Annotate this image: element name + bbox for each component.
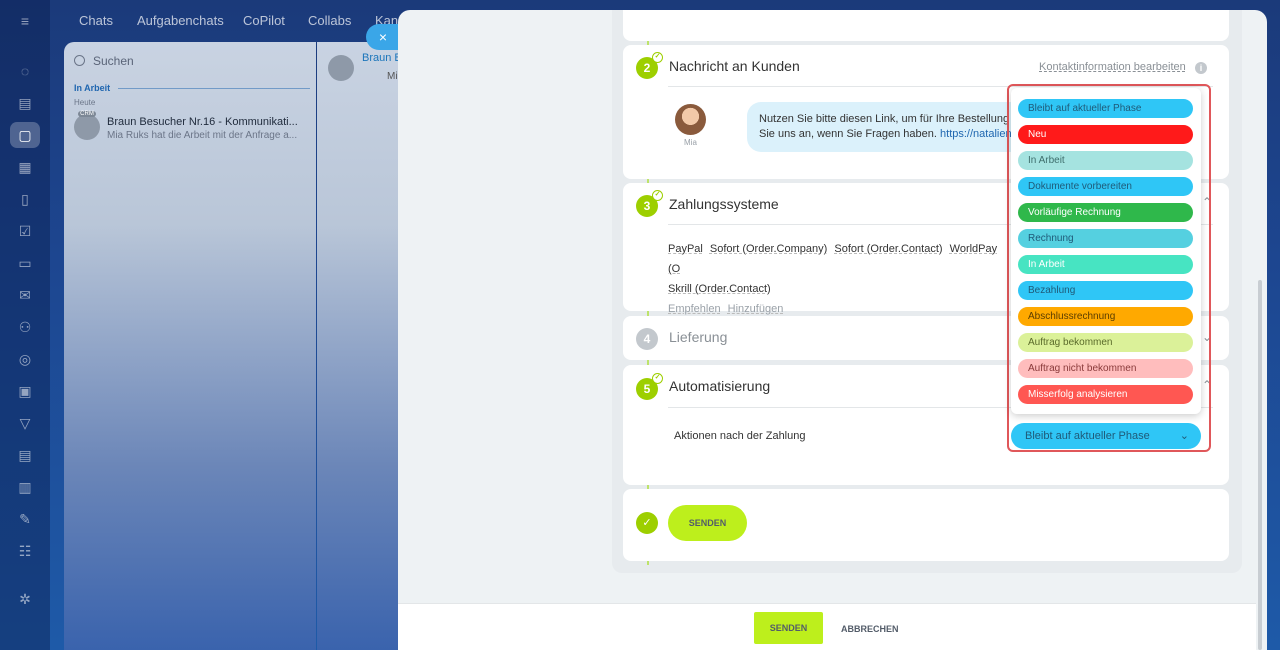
step-5-badge: 5 ✓ <box>636 373 663 400</box>
footer-bar <box>398 603 1256 650</box>
message-link[interactable]: https://natalien <box>940 128 1012 140</box>
chat-icon[interactable]: ▢ <box>10 122 40 148</box>
stage-option[interactable]: Vorläufige Rechnung <box>1018 203 1193 222</box>
date-label: Heute <box>74 98 96 107</box>
crm-icon[interactable]: ▭ <box>16 254 34 272</box>
edit-icon[interactable]: ✎ <box>16 510 34 528</box>
filter-icon[interactable]: ▽ <box>16 414 34 432</box>
group-label: In Arbeit <box>74 83 111 93</box>
info-icon[interactable]: i <box>1195 62 1207 74</box>
add-link[interactable]: Hinzufügen <box>728 303 784 315</box>
send-button[interactable]: SENDEN <box>754 612 823 644</box>
mail-icon[interactable]: ✉ <box>16 286 34 304</box>
message-line-2: Sie uns an, wenn Sie Fragen haben. <box>759 128 941 140</box>
stage-option[interactable]: Rechnung <box>1018 229 1193 248</box>
stage-option[interactable]: Auftrag bekommen <box>1018 333 1193 352</box>
tab-aufgabenchats[interactable]: Aufgabenchats <box>137 13 224 28</box>
section-title: Zahlungssysteme <box>669 196 779 212</box>
stage-option[interactable]: Neu <box>1018 125 1193 144</box>
message-line-1: Nutzen Sie bitte diesen Link, um für Ihr… <box>759 113 1010 125</box>
stage-option[interactable]: In Arbeit <box>1018 151 1193 170</box>
tasks-icon[interactable]: ☑ <box>16 222 34 240</box>
stage-option[interactable]: Abschlussrechnung <box>1018 307 1193 326</box>
step-4-badge: 4 <box>636 328 658 350</box>
step-3-badge: 3 ✓ <box>636 190 663 217</box>
crm-avatar-icon-right <box>328 55 354 81</box>
group-divider <box>118 88 310 89</box>
recommend-link[interactable]: Empfehlen <box>668 303 721 315</box>
chat-preview: Mia Ruks hat die Arbeit mit der Anfrage … <box>107 130 298 141</box>
send-inline-button[interactable]: SENDEN <box>668 505 747 541</box>
edit-contact-link[interactable]: Kontaktinformation bearbeiten <box>1039 61 1186 73</box>
cards-icon[interactable]: ▤ <box>16 446 34 464</box>
search-input[interactable]: Suchen <box>74 54 134 68</box>
stage-select-value: Bleibt auf aktueller Phase <box>1025 430 1150 442</box>
group-icon[interactable]: ☷ <box>16 542 34 560</box>
tab-collabs[interactable]: Collabs <box>308 13 351 28</box>
left-rail: ≡ ◌ ▤ ▢ ▦ ▯ ☑ ▭ ✉ ⚇ ◎ ▣ ▽ ▤ ▥ ✎ ☷ ✲ <box>0 0 50 650</box>
chat-title[interactable]: Braun Besucher Nr.16 - Kommunikati... <box>107 116 298 128</box>
feed-icon[interactable]: ▤ <box>16 94 34 112</box>
contacts-icon[interactable]: ⚇ <box>16 318 34 336</box>
activity-icon[interactable]: ◌ <box>16 62 34 80</box>
store-icon[interactable]: ▥ <box>16 478 34 496</box>
stage-option[interactable]: Bezahlung <box>1018 281 1193 300</box>
chat-detail-panel <box>317 42 407 650</box>
payment-paypal[interactable]: PayPal <box>668 243 703 255</box>
stage-select[interactable]: Bleibt auf aktueller Phase ⌄ <box>1011 423 1201 449</box>
check-icon: ✓ <box>652 190 663 201</box>
target-icon[interactable]: ◎ <box>16 350 34 368</box>
section-title: Lieferung <box>669 329 728 345</box>
step-2-badge: 2 ✓ <box>636 52 663 79</box>
stage-option[interactable]: Misserfolg analysieren <box>1018 385 1193 404</box>
avatar-name: Mia <box>684 138 697 147</box>
scrollbar[interactable] <box>1258 280 1262 650</box>
message-bubble[interactable]: Nutzen Sie bitte diesen Link, um für Ihr… <box>747 102 1037 152</box>
chevron-down-icon: ⌄ <box>1179 430 1189 442</box>
stage-option[interactable]: Bleibt auf aktueller Phase <box>1018 99 1193 118</box>
actions-label: Aktionen nach der Zahlung <box>674 430 806 442</box>
check-icon: ✓ <box>652 373 663 384</box>
calendar-icon[interactable]: ▦ <box>16 158 34 176</box>
avatar <box>675 104 706 135</box>
card-step-1 <box>623 10 1229 41</box>
section-title: Automatisierung <box>669 378 771 394</box>
section-title: Nachricht an Kunden <box>669 58 800 74</box>
payment-sofort-contact[interactable]: Sofort (Order.Contact) <box>834 243 942 255</box>
menu-icon[interactable]: ≡ <box>16 12 34 30</box>
close-slider-button[interactable]: × <box>366 24 400 50</box>
payment-systems: PayPal Sofort (Order.Company) Sofort (Or… <box>668 239 1008 319</box>
settings-icon[interactable]: ✲ <box>16 590 34 608</box>
board-icon[interactable]: ▣ <box>16 382 34 400</box>
check-icon: ✓ <box>652 52 663 63</box>
stage-option[interactable]: In Arbeit <box>1018 255 1193 274</box>
final-check-icon: ✓ <box>636 512 658 534</box>
tab-copilot[interactable]: CoPilot <box>243 13 285 28</box>
chat-title-right[interactable]: Braun B <box>362 52 402 64</box>
cancel-button[interactable]: ABBRECHEN <box>841 624 899 634</box>
payment-skrill[interactable]: Skrill (Order.Contact) <box>668 283 771 295</box>
chat-sub-right: Mi <box>387 71 398 82</box>
payment-sofort-company[interactable]: Sofort (Order.Company) <box>710 243 827 255</box>
docs-icon[interactable]: ▯ <box>16 190 34 208</box>
stage-option[interactable]: Auftrag nicht bekommen <box>1018 359 1193 378</box>
stage-option[interactable]: Dokumente vorbereiten <box>1018 177 1193 196</box>
tab-chats[interactable]: Chats <box>79 13 113 28</box>
search-icon <box>74 55 85 66</box>
crm-avatar-icon: CRM <box>74 111 100 140</box>
